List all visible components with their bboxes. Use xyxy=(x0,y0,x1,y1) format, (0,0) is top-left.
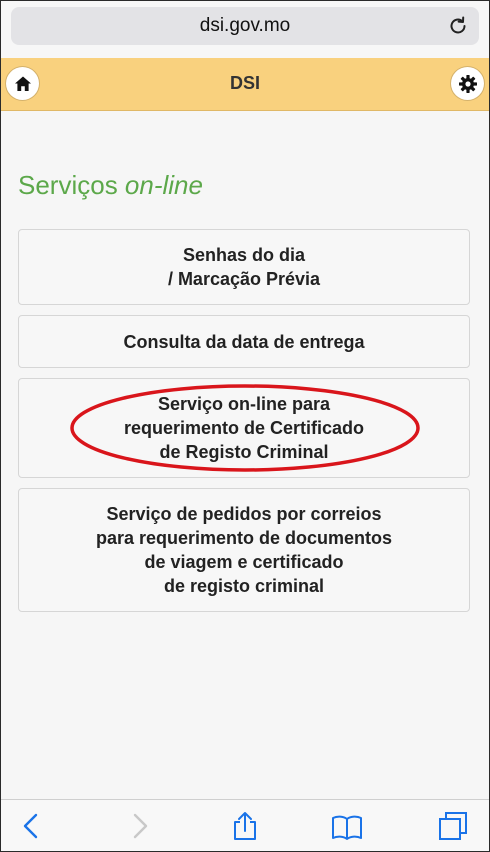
tabs-icon[interactable] xyxy=(437,810,469,842)
gear-icon xyxy=(458,74,477,93)
browser-toolbar xyxy=(0,799,490,852)
consulta-data-entrega-button[interactable]: Consulta da data de entrega xyxy=(18,315,470,368)
settings-button[interactable] xyxy=(451,67,484,100)
senhas-do-dia-button[interactable]: Senhas do dia / Marcação Prévia xyxy=(18,229,470,305)
registo-criminal-online-button[interactable]: Serviço on-line para requerimento de Cer… xyxy=(18,378,470,478)
card-label: Senhas do dia / Marcação Prévia xyxy=(167,245,321,289)
card-label: Consulta da data de entrega xyxy=(123,331,365,352)
address-bar[interactable]: dsi.gov.mo xyxy=(11,7,479,45)
bookmarks-icon[interactable] xyxy=(331,810,363,842)
browser-chrome: dsi.gov.mo xyxy=(0,0,490,58)
url-text[interactable]: dsi.gov.mo xyxy=(11,15,479,37)
pedidos-correios-button[interactable]: Serviço de pedidos por correios para req… xyxy=(18,488,470,612)
card-label: Serviço on-line para requerimento de Cer… xyxy=(123,394,365,462)
forward-icon[interactable] xyxy=(123,810,155,842)
section-title-emphasis: on-line xyxy=(124,170,203,200)
back-icon[interactable] xyxy=(16,810,48,842)
page-title: DSI xyxy=(229,73,260,93)
reload-icon[interactable] xyxy=(447,15,469,37)
share-icon[interactable] xyxy=(229,810,261,842)
section-title: Serviços on-line xyxy=(18,170,203,201)
app-header: DSI xyxy=(0,58,490,111)
section-title-text: Serviços xyxy=(18,170,125,200)
card-label: Serviço de pedidos por correios para req… xyxy=(95,504,393,596)
